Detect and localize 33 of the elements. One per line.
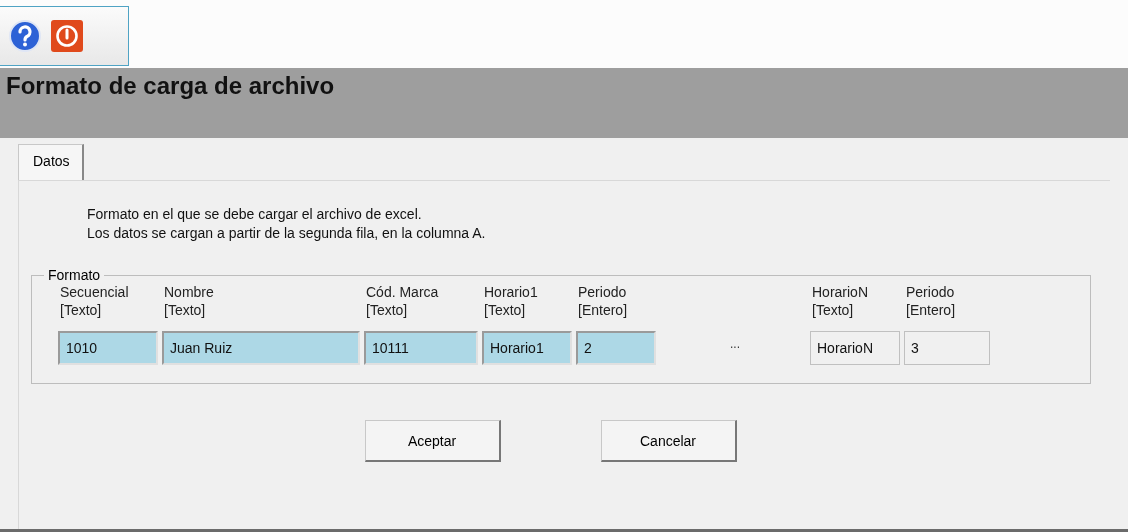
tab[interactable]: Datos — [18, 144, 84, 181]
column-name: Nombre — [163, 283, 215, 301]
cancel-button[interactable]: Cancelar — [600, 420, 737, 462]
value-field[interactable]: Juan Ruiz — [162, 331, 360, 365]
value-field[interactable]: 2 — [576, 331, 656, 365]
value-field[interactable]: Horario1 — [482, 331, 572, 365]
ellipsis: ... — [729, 337, 741, 351]
group-legend: Formato — [44, 267, 105, 283]
column-name: Periodo — [905, 283, 956, 301]
value-field[interactable]: 3 — [904, 331, 990, 365]
column-type: [Texto] — [163, 301, 207, 319]
description-text: Los datos se cargan a partir de la segunda fila, en la columna A. — [87, 224, 487, 243]
column-name: Secuencial — [59, 283, 130, 301]
value-field[interactable]: 1010 — [58, 331, 158, 365]
column-name: Cód. Marca — [365, 283, 440, 301]
column-type: [Texto] — [483, 301, 527, 319]
description-text: Formato en el que se debe cargar el archivo de excel. — [87, 205, 423, 224]
column-type: [Texto] — [811, 301, 855, 319]
power-button[interactable] — [50, 19, 84, 53]
column-type: [Entero] — [577, 301, 629, 319]
power-icon — [50, 19, 84, 53]
accept-button[interactable]: Aceptar — [364, 420, 501, 462]
help-button[interactable] — [8, 19, 42, 53]
value-field[interactable]: HorarioN — [810, 331, 900, 365]
column-type: [Entero] — [905, 301, 957, 319]
column-name: HorarioN — [811, 283, 869, 301]
column-name: Horario1 — [483, 283, 539, 301]
page-title: Formato de carga de archivo — [6, 72, 336, 100]
column-type: [Texto] — [365, 301, 409, 319]
column-name: Periodo — [577, 283, 628, 301]
column-type: [Texto] — [59, 301, 103, 319]
value-field[interactable]: 10111 — [364, 331, 478, 365]
help-icon — [8, 19, 42, 53]
